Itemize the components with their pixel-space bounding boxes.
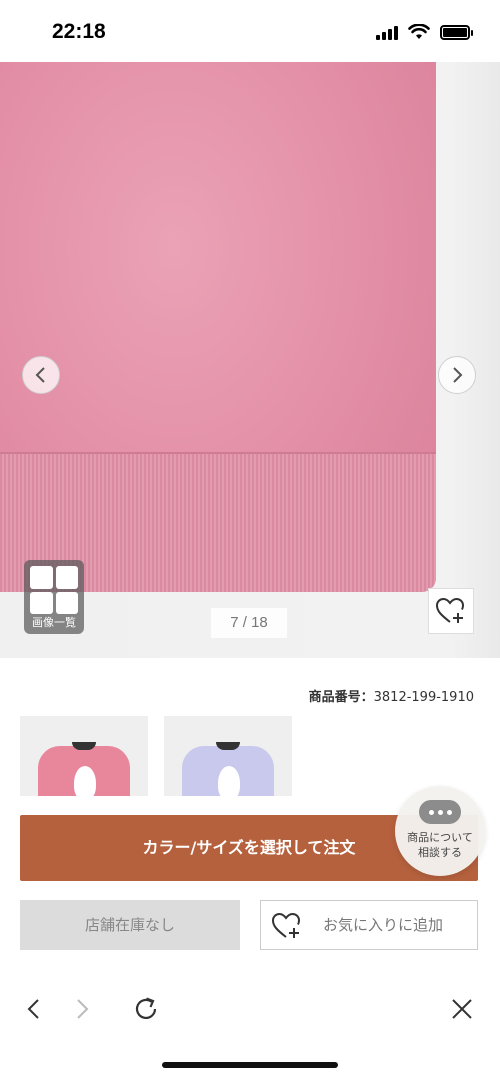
add-to-favorites-label: お気に入りに追加 bbox=[323, 916, 444, 934]
reload-icon bbox=[135, 997, 157, 1020]
status-icons bbox=[376, 24, 473, 40]
product-number-value: 3812-199-1910 bbox=[373, 690, 474, 705]
carousel-prev-button[interactable] bbox=[22, 356, 60, 394]
heart-plus-icon bbox=[435, 597, 465, 623]
product-number: 商品番号：3812-199-1910 bbox=[309, 686, 474, 705]
chat-label-line2: 相談する bbox=[418, 846, 462, 859]
home-indicator[interactable] bbox=[162, 1062, 338, 1068]
battery-icon bbox=[440, 24, 473, 40]
back-icon bbox=[27, 999, 39, 1019]
browser-back-button[interactable] bbox=[14, 989, 54, 1029]
product-photo bbox=[0, 62, 436, 592]
browser-close-button[interactable] bbox=[442, 989, 482, 1029]
store-stock-button: 店舗在庫なし bbox=[20, 900, 240, 950]
chat-label: 商品について 相談する bbox=[395, 830, 485, 860]
product-consult-chat-button[interactable]: 商品について 相談する bbox=[395, 786, 485, 876]
browser-reload-button[interactable] bbox=[126, 989, 166, 1029]
grid-icon bbox=[30, 566, 78, 614]
product-image-carousel[interactable]: 画像一覧 7 / 18 bbox=[0, 62, 500, 658]
close-icon bbox=[452, 999, 472, 1019]
product-number-label: 商品番号： bbox=[308, 690, 374, 705]
image-list-button[interactable]: 画像一覧 bbox=[24, 560, 84, 634]
color-thumbnail-pink[interactable] bbox=[20, 716, 148, 796]
color-thumbnail-lavender[interactable] bbox=[164, 716, 292, 796]
status-time: 22:18 bbox=[52, 20, 106, 43]
browser-toolbar bbox=[0, 975, 500, 1041]
carousel-next-button[interactable] bbox=[438, 356, 476, 394]
chat-label-line1: 商品について bbox=[407, 831, 473, 844]
add-to-favorites-button[interactable]: お気に入りに追加 bbox=[260, 900, 478, 950]
color-thumbnails bbox=[20, 716, 292, 796]
wifi-icon bbox=[408, 24, 430, 39]
favorite-overlay-button[interactable] bbox=[428, 588, 474, 634]
chevron-right-icon bbox=[453, 367, 463, 383]
image-counter: 7 / 18 bbox=[211, 608, 287, 638]
heart-plus-icon bbox=[271, 912, 301, 938]
forward-icon bbox=[77, 999, 89, 1019]
browser-forward-button[interactable] bbox=[62, 989, 102, 1029]
chevron-left-icon bbox=[35, 367, 45, 383]
chat-bubble-icon bbox=[419, 800, 461, 824]
status-bar: 22:18 bbox=[0, 0, 500, 62]
image-list-label: 画像一覧 bbox=[32, 616, 76, 629]
cellular-signal-icon bbox=[376, 24, 398, 40]
